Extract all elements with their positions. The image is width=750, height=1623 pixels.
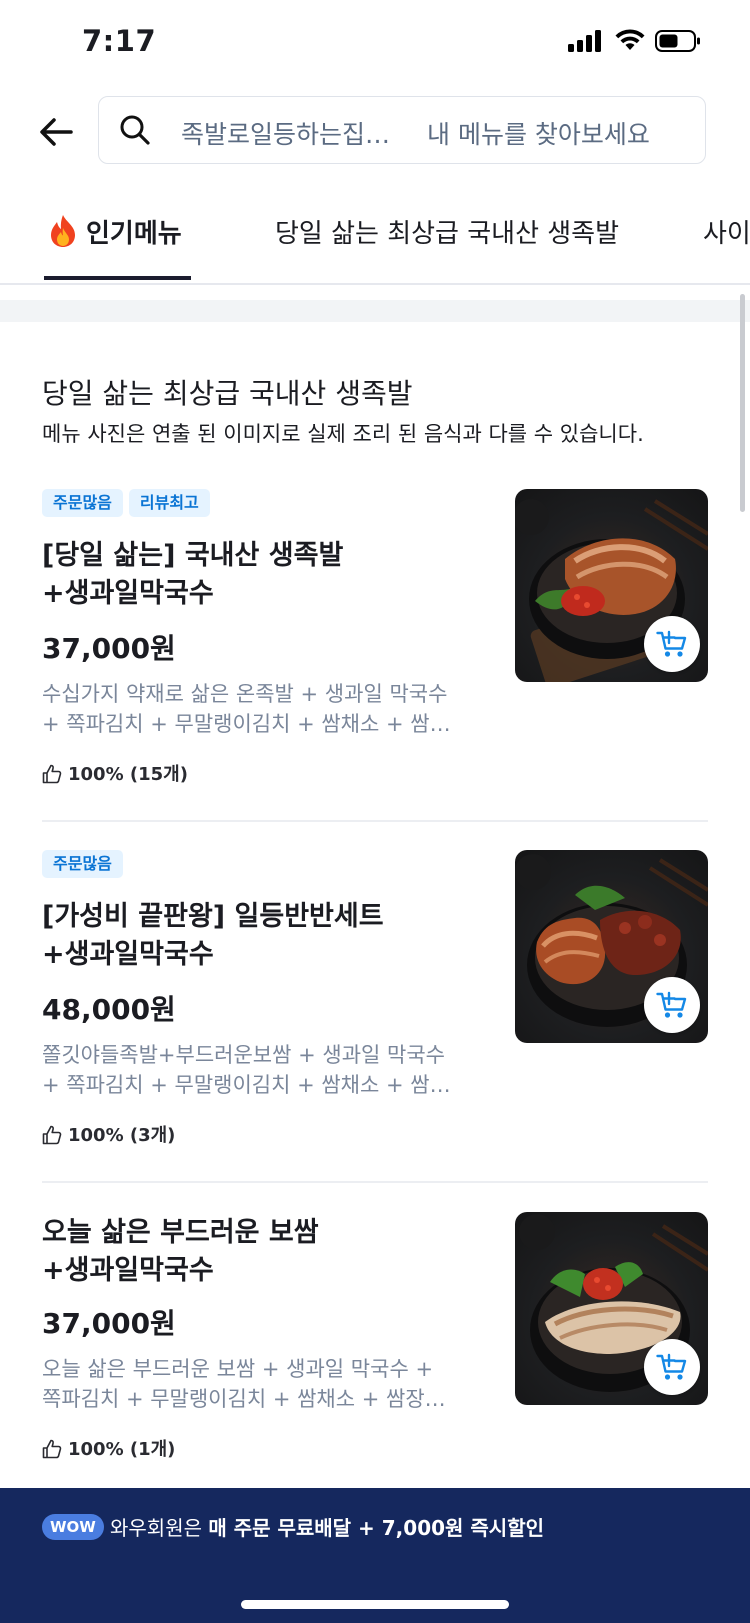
badge-popular-order: 주문많음 — [42, 850, 123, 878]
section-separator — [0, 300, 750, 322]
item-name-line2: +생과일막국수 — [42, 578, 214, 609]
home-indicator[interactable] — [241, 1600, 509, 1609]
status-bar: 7:17 — [0, 0, 750, 84]
battery-icon — [655, 30, 700, 52]
tab-label: 사이 — [703, 219, 750, 249]
item-price: 48,000원 — [42, 993, 176, 1026]
cart-plus-icon — [656, 1353, 687, 1380]
divider — [42, 820, 708, 822]
tab-popular[interactable]: 인기메뉴 — [48, 213, 182, 250]
arrow-left-icon — [40, 118, 73, 146]
badge-group: 주문많음 리뷰최고 — [42, 489, 216, 517]
status-time: 7:17 — [82, 24, 157, 58]
item-price: 37,000원 — [42, 632, 176, 665]
wifi-icon — [615, 29, 645, 50]
item-desc-line1: 수십가지 약재로 삶은 온족발 + 생과일 막국수 — [42, 682, 448, 706]
badge-popular-order: 주문많음 — [42, 489, 123, 517]
back-button[interactable] — [32, 108, 80, 156]
add-to-cart-button[interactable] — [644, 977, 700, 1033]
tab-side[interactable]: 사이 — [703, 213, 750, 250]
item-rating: 100% (15개) — [42, 760, 188, 786]
search-icon — [120, 115, 150, 145]
item-name-line2: +생과일막국수 — [42, 1255, 214, 1286]
item-desc-line1: 쫄깃야들족발+부드러운보쌈 + 생과일 막국수 — [42, 1043, 445, 1067]
scrollbar[interactable] — [740, 294, 745, 512]
badge-best-review: 리뷰최고 — [128, 489, 210, 517]
cart-plus-icon — [656, 991, 687, 1018]
tab-label: 인기메뉴 — [86, 219, 182, 249]
signal-icon — [568, 30, 601, 52]
item-photo[interactable] — [515, 850, 708, 1043]
tab-label: 당일 삶는 최상급 국내산 생족발 — [275, 219, 620, 249]
item-desc-line1: 오늘 삶은 부드러운 보쌈 + 생과일 막국수 + — [42, 1357, 434, 1381]
menu-item[interactable]: 오늘 삶은 부드러운 보쌈 +생과일막국수 37,000원 오늘 삶은 부드러운… — [42, 1212, 708, 1472]
item-description: 오늘 삶은 부드러운 보쌈 + 생과일 막국수 + 쪽파김치 + 무말랭이김치 … — [42, 1354, 482, 1414]
add-to-cart-button[interactable] — [644, 616, 700, 672]
item-desc-line2: + 쪽파김치 + 무말랭이김치 + 쌈채소 + 쌈… — [42, 1073, 451, 1097]
item-price: 37,000원 — [42, 1307, 176, 1340]
cart-plus-icon — [656, 630, 687, 657]
active-tab-indicator — [44, 276, 191, 280]
section-title: 당일 삶는 최상급 국내산 생족발 — [42, 377, 413, 410]
thumbs-up-icon — [42, 1125, 62, 1145]
item-description: 쫄깃야들족발+부드러운보쌈 + 생과일 막국수 + 쪽파김치 + 무말랭이김치 … — [42, 1040, 482, 1100]
menu-item[interactable]: 주문많음 리뷰최고 [당일 삶는] 국내산 생족발 +생과일막국수 37,000원… — [42, 489, 708, 789]
item-name-line2: +생과일막국수 — [42, 939, 214, 970]
item-name: [가성비 끝판왕] 일등반반세트 +생과일막국수 — [42, 898, 384, 974]
item-rating-value: 100% (3개) — [68, 1125, 176, 1146]
search-input[interactable]: 족발로일등하는집… 내 메뉴를 찾아보세요 — [98, 96, 706, 164]
add-to-cart-button[interactable] — [644, 1339, 700, 1395]
menu-item[interactable]: 주문많음 [가성비 끝판왕] 일등반반세트 +생과일막국수 48,000원 쫄깃… — [42, 850, 708, 1150]
item-desc-line2: 쪽파김치 + 무말랭이김치 + 쌈채소 + 쌈장… — [42, 1387, 446, 1411]
tab-fresh-jokbal[interactable]: 당일 삶는 최상급 국내산 생족발 — [275, 213, 619, 250]
wow-text-prefix: 와우회원은 — [110, 1516, 202, 1540]
item-rating-value: 100% (1개) — [68, 1439, 176, 1460]
item-photo[interactable] — [515, 489, 708, 682]
item-desc-line2: + 쪽파김치 + 무말랭이김치 + 쌈채소 + 쌈… — [42, 712, 451, 736]
item-rating: 100% (3개) — [42, 1121, 175, 1147]
item-name: 오늘 삶은 부드러운 보쌈 +생과일막국수 — [42, 1214, 319, 1290]
fire-icon — [51, 215, 75, 247]
wow-badge: WOW — [42, 1514, 104, 1540]
wow-text-main: 매 주문 무료배달 + 7,000원 즉시할인 — [208, 1516, 544, 1540]
item-description: 수십가지 약재로 삶은 온족발 + 생과일 막국수 + 쪽파김치 + 무말랭이김… — [42, 679, 482, 739]
thumbs-up-icon — [42, 1439, 62, 1459]
item-name-line1: [가성비 끝판왕] 일등반반세트 — [42, 901, 384, 932]
item-photo[interactable] — [515, 1212, 708, 1405]
item-rating-value: 100% (15개) — [68, 764, 188, 785]
item-rating: 100% (1개) — [42, 1435, 175, 1461]
item-name: [당일 삶는] 국내산 생족발 +생과일막국수 — [42, 537, 343, 613]
badge-group: 주문많음 — [42, 850, 129, 878]
wow-banner-text: 와우회원은 매 주문 무료배달 + 7,000원 즉시할인 — [110, 1512, 544, 1541]
item-name-line1: [당일 삶는] 국내산 생족발 — [42, 540, 344, 571]
search-placeholder: 내 메뉴를 찾아보세요 — [427, 120, 650, 149]
thumbs-up-icon — [42, 764, 62, 784]
section-note: 메뉴 사진은 연출 된 이미지로 실제 조리 된 음식과 다를 수 있습니다. — [42, 422, 644, 446]
divider — [42, 1181, 708, 1183]
item-name-line1: 오늘 삶은 부드러운 보쌈 — [42, 1217, 319, 1248]
search-store-name: 족발로일등하는집… — [181, 120, 391, 149]
category-tabs: 인기메뉴 당일 삶는 최상급 국내산 생족발 사이 — [0, 195, 750, 285]
